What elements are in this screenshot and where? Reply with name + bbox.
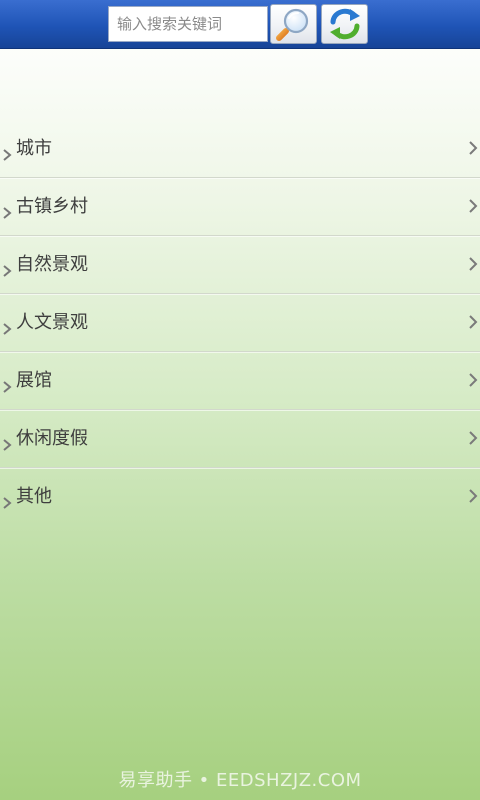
chevron-right-icon	[469, 373, 478, 387]
chevron-right-icon	[3, 207, 12, 219]
chevron-right-icon	[469, 141, 478, 155]
chevron-right-icon	[3, 323, 12, 335]
top-bar	[0, 0, 480, 49]
chevron-right-icon	[469, 489, 478, 503]
chevron-right-icon	[3, 497, 12, 509]
list-item-label: 休闲度假	[16, 428, 88, 449]
chevron-right-icon	[3, 439, 12, 451]
list-item-cultural-scenery[interactable]: 人文景观	[0, 294, 480, 352]
list-item-exhibition-hall[interactable]: 展馆	[0, 352, 480, 410]
list-item-other[interactable]: 其他	[0, 468, 480, 525]
list-item-label: 古镇乡村	[16, 196, 88, 217]
refresh-icon	[329, 8, 360, 40]
magnifier-icon	[275, 8, 308, 41]
chevron-right-icon	[469, 257, 478, 271]
chevron-right-icon	[469, 199, 478, 213]
list-item-town-village[interactable]: 古镇乡村	[0, 178, 480, 236]
list-item-label: 展馆	[16, 370, 52, 391]
chevron-right-icon	[3, 381, 12, 393]
chevron-right-icon	[469, 431, 478, 445]
chevron-right-icon	[469, 315, 478, 329]
watermark: 易享助手 • EEDSHZJZ.COM	[118, 770, 362, 791]
list-item-label: 自然景观	[16, 254, 88, 275]
list-item-leisure-resort[interactable]: 休闲度假	[0, 410, 480, 468]
search-button[interactable]	[270, 4, 317, 44]
chevron-right-icon	[3, 265, 12, 277]
refresh-button[interactable]	[321, 4, 368, 44]
list-item-label: 人文景观	[16, 312, 88, 333]
list-item-natural-scenery[interactable]: 自然景观	[0, 236, 480, 294]
search-input[interactable]	[108, 6, 268, 42]
list-item-city[interactable]: 城市	[0, 120, 480, 178]
category-list: 城市 古镇乡村 自然景观 人文景观 展馆 休闲度假 其他	[0, 120, 480, 525]
list-item-label: 城市	[16, 138, 52, 159]
chevron-right-icon	[3, 149, 12, 161]
list-item-label: 其他	[16, 486, 52, 507]
